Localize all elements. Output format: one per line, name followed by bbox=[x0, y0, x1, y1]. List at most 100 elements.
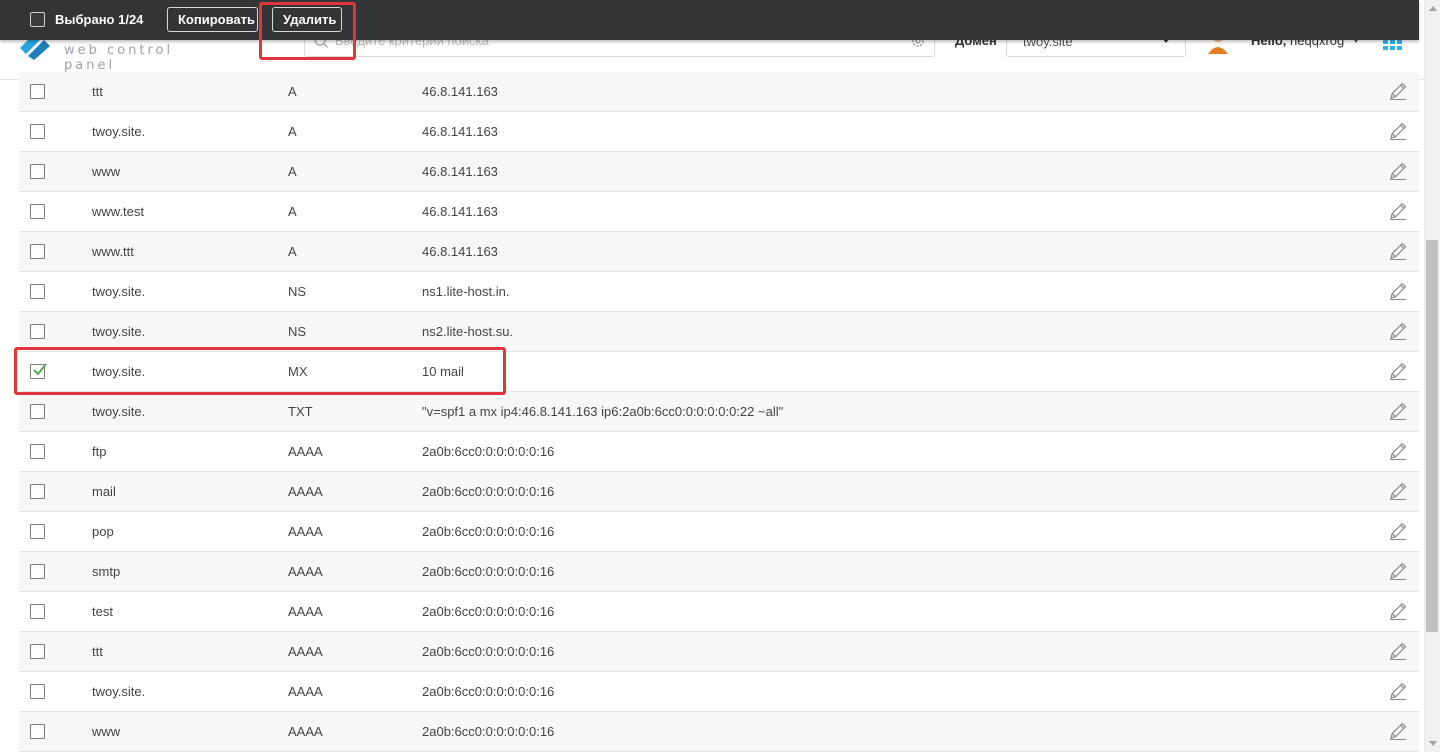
row-checkbox[interactable] bbox=[30, 363, 47, 379]
row-checkbox[interactable] bbox=[30, 84, 45, 99]
pencil-icon[interactable] bbox=[1388, 481, 1408, 501]
pencil-icon[interactable] bbox=[1388, 241, 1408, 261]
table-row[interactable]: www.test A 46.8.141.163 bbox=[19, 192, 1419, 232]
record-type: AAAA bbox=[288, 684, 323, 699]
record-type: MX bbox=[288, 364, 308, 379]
record-value: 46.8.141.163 bbox=[422, 244, 498, 259]
row-checkbox[interactable] bbox=[30, 524, 45, 539]
record-name: twoy.site. bbox=[92, 324, 146, 339]
row-checkbox[interactable] bbox=[30, 684, 45, 699]
selection-count: Выбрано 1/24 bbox=[55, 12, 144, 27]
pencil-icon[interactable] bbox=[1388, 201, 1408, 221]
record-value: 10 mail bbox=[422, 364, 464, 379]
checkmark-icon bbox=[33, 363, 47, 376]
pencil-icon[interactable] bbox=[1388, 441, 1408, 461]
scrollbar-thumb[interactable] bbox=[1426, 240, 1438, 632]
row-checkbox[interactable] bbox=[30, 244, 45, 259]
record-value: 2a0b:6cc0:0:0:0:0:0:16 bbox=[422, 724, 555, 739]
pencil-icon[interactable] bbox=[1388, 721, 1408, 741]
table-row[interactable]: ttt A 46.8.141.163 bbox=[19, 72, 1419, 112]
table-row[interactable]: mail AAAA 2a0b:6cc0:0:0:0:0:0:16 bbox=[19, 472, 1419, 512]
table-row[interactable]: twoy.site. NS ns1.lite-host.in. bbox=[19, 272, 1419, 312]
record-value: 2a0b:6cc0:0:0:0:0:0:16 bbox=[422, 604, 555, 619]
row-checkbox[interactable] bbox=[30, 124, 45, 139]
pencil-icon[interactable] bbox=[1388, 561, 1408, 581]
record-value: 46.8.141.163 bbox=[422, 84, 498, 99]
table-row[interactable]: twoy.site. A 46.8.141.163 bbox=[19, 112, 1419, 152]
table-row[interactable]: smtp AAAA 2a0b:6cc0:0:0:0:0:0:16 bbox=[19, 552, 1419, 592]
table-row[interactable]: www A 46.8.141.163 bbox=[19, 152, 1419, 192]
record-type: AAAA bbox=[288, 604, 323, 619]
pencil-icon[interactable] bbox=[1388, 641, 1408, 661]
pencil-icon[interactable] bbox=[1388, 601, 1408, 621]
record-value: 46.8.141.163 bbox=[422, 124, 498, 139]
table-row[interactable]: www.ttt A 46.8.141.163 bbox=[19, 232, 1419, 272]
record-name: twoy.site. bbox=[92, 404, 146, 419]
row-checkbox[interactable] bbox=[30, 564, 45, 579]
pencil-icon[interactable] bbox=[1388, 161, 1408, 181]
record-value: "v=spf1 a mx ip4:46.8.141.163 ip6:2a0b:6… bbox=[422, 404, 784, 419]
row-checkbox[interactable] bbox=[30, 724, 45, 739]
record-name: www.test bbox=[92, 204, 145, 219]
table-row[interactable]: ftp AAAA 2a0b:6cc0:0:0:0:0:0:16 bbox=[19, 432, 1419, 472]
record-type: AAAA bbox=[288, 484, 323, 499]
record-type: AAAA bbox=[288, 564, 323, 579]
record-type: AAAA bbox=[288, 644, 323, 659]
row-checkbox[interactable] bbox=[30, 484, 45, 499]
record-name: twoy.site. bbox=[92, 124, 146, 139]
row-checkbox[interactable] bbox=[30, 644, 45, 659]
table-row[interactable]: ttt AAAA 2a0b:6cc0:0:0:0:0:0:16 bbox=[19, 632, 1419, 672]
record-type: AAAA bbox=[288, 724, 323, 739]
dns-records-table: ttt A 46.8.141.163 twoy.site. A 46.8.141.163 w… bbox=[19, 72, 1419, 752]
record-name: test bbox=[92, 604, 113, 619]
scroll-down-arrow[interactable] bbox=[1429, 741, 1437, 746]
record-name: pop bbox=[92, 524, 114, 539]
record-type: A bbox=[288, 204, 297, 219]
record-type: A bbox=[288, 164, 297, 179]
record-name: twoy.site. bbox=[92, 364, 146, 379]
row-checkbox[interactable] bbox=[30, 404, 45, 419]
table-row[interactable]: www AAAA 2a0b:6cc0:0:0:0:0:0:16 bbox=[19, 712, 1419, 752]
logo-tagline: web control panel bbox=[64, 43, 174, 73]
record-name: ftp bbox=[92, 444, 107, 459]
table-row[interactable]: pop AAAA 2a0b:6cc0:0:0:0:0:0:16 bbox=[19, 512, 1419, 552]
record-type: NS bbox=[288, 324, 307, 339]
record-value: 2a0b:6cc0:0:0:0:0:0:16 bbox=[422, 564, 555, 579]
row-checkbox[interactable] bbox=[30, 284, 45, 299]
record-type: A bbox=[288, 244, 297, 259]
select-all-checkbox[interactable] bbox=[30, 12, 45, 27]
table-row[interactable]: test AAAA 2a0b:6cc0:0:0:0:0:0:16 bbox=[19, 592, 1419, 632]
pencil-icon[interactable] bbox=[1388, 321, 1408, 341]
record-value: 46.8.141.163 bbox=[422, 164, 498, 179]
table-row[interactable]: twoy.site. NS ns2.lite-host.su. bbox=[19, 312, 1419, 352]
row-checkbox[interactable] bbox=[30, 604, 45, 619]
scroll-up-arrow[interactable] bbox=[1429, 6, 1437, 11]
copy-button[interactable]: Копировать bbox=[167, 7, 258, 32]
row-checkbox[interactable] bbox=[30, 324, 45, 339]
record-name: smtp bbox=[92, 564, 121, 579]
table-row[interactable]: twoy.site. TXT "v=spf1 a mx ip4:46.8.141.1… bbox=[19, 392, 1419, 432]
record-name: www.ttt bbox=[92, 244, 134, 259]
pencil-icon[interactable] bbox=[1388, 361, 1408, 381]
pencil-icon[interactable] bbox=[1388, 401, 1408, 421]
pencil-icon[interactable] bbox=[1388, 121, 1408, 141]
table-row[interactable]: twoy.site. MX 10 mail bbox=[19, 352, 1419, 392]
row-checkbox[interactable] bbox=[30, 204, 45, 219]
delete-button[interactable]: Удалить bbox=[272, 7, 342, 32]
record-value: 2a0b:6cc0:0:0:0:0:0:16 bbox=[422, 484, 555, 499]
pencil-icon[interactable] bbox=[1388, 281, 1408, 301]
record-value: 2a0b:6cc0:0:0:0:0:0:16 bbox=[422, 644, 555, 659]
table-row[interactable]: twoy.site. AAAA 2a0b:6cc0:0:0:0:0:0:16 bbox=[19, 672, 1419, 712]
row-checkbox[interactable] bbox=[30, 164, 45, 179]
row-checkbox[interactable] bbox=[30, 444, 45, 459]
pencil-icon[interactable] bbox=[1388, 681, 1408, 701]
pencil-icon[interactable] bbox=[1388, 521, 1408, 541]
record-name: ttt bbox=[92, 644, 103, 659]
record-type: NS bbox=[288, 284, 307, 299]
record-name: www bbox=[92, 724, 121, 739]
record-value: 2a0b:6cc0:0:0:0:0:0:16 bbox=[422, 524, 555, 539]
record-name: mail bbox=[92, 484, 116, 499]
record-type: TXT bbox=[288, 404, 313, 419]
pencil-icon[interactable] bbox=[1388, 81, 1408, 101]
record-name: ttt bbox=[92, 84, 103, 99]
